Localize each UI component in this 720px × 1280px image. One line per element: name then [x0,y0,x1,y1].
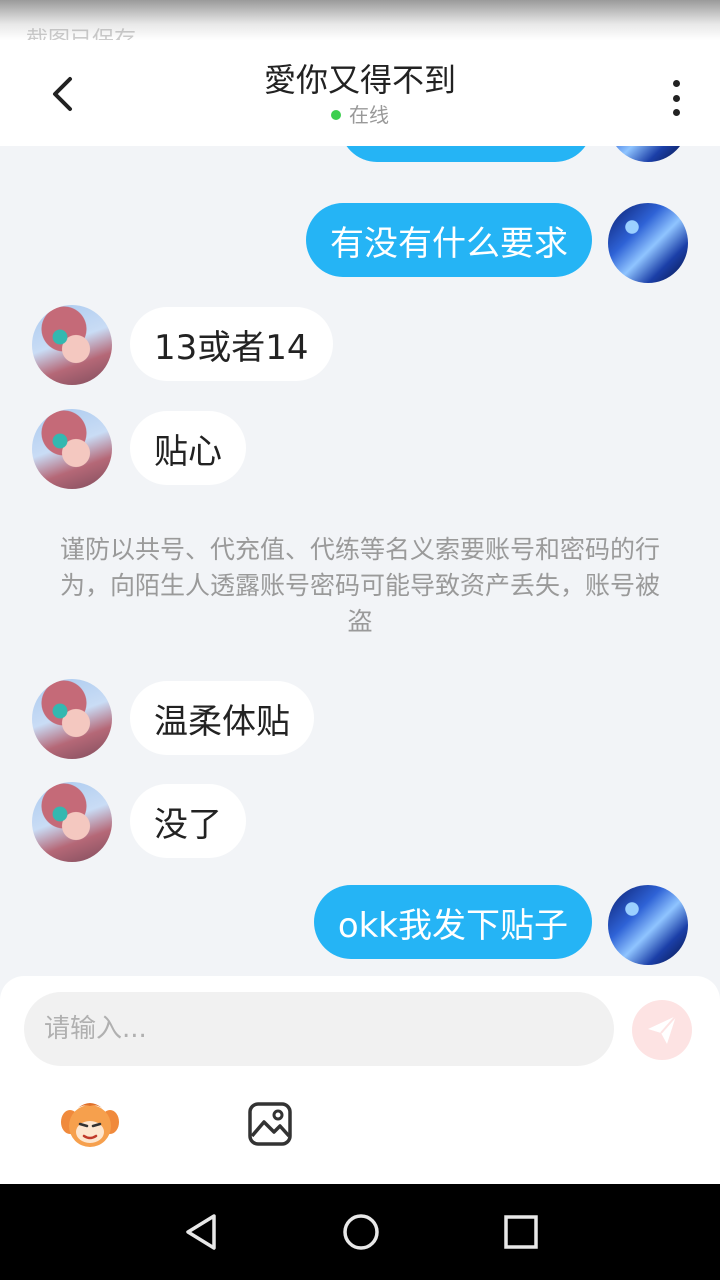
nav-back-button[interactable] [182,1212,222,1252]
message-bubble[interactable]: 几岁到几岁的 [340,146,592,162]
more-dot-icon [672,80,680,87]
title-block: 愛你又得不到 在线 [160,58,560,128]
status-bar: 截图已保存 [0,0,720,53]
online-status: 在线 [160,102,560,128]
chat-header: 愛你又得不到 在线 [0,40,720,146]
peer-avatar[interactable] [32,305,112,385]
self-avatar[interactable] [608,885,688,965]
peer-avatar[interactable] [32,782,112,862]
more-dot-icon [672,94,680,102]
send-button[interactable] [632,1000,692,1060]
message-bubble[interactable]: 温柔体贴 [130,681,314,755]
circle-home-icon [343,1214,379,1250]
system-nav-bar [0,1184,720,1280]
emoji-button[interactable] [60,1098,120,1150]
message-bubble[interactable]: okk我发下贴子 [313,885,592,959]
square-recents-icon [504,1215,538,1249]
chevron-left-icon [53,77,72,111]
nav-home-button[interactable] [341,1212,381,1252]
self-avatar[interactable] [608,146,688,162]
message-bubble[interactable]: 没了 [130,784,246,858]
more-options-button[interactable] [658,74,694,122]
chat-screen: 截图已保存 愛你又得不到 在线 几岁到几岁的 有没有什 [0,0,720,1280]
message-bubble[interactable]: 13或者14 [130,307,333,381]
triangle-back-icon [186,1214,216,1250]
message-list[interactable]: 几岁到几岁的 有没有什么要求 13或者14 贴心 谨防以共号、代充值、代练等名义… [0,146,720,976]
emoji-face-icon [61,1103,119,1147]
self-avatar[interactable] [608,203,688,283]
image-icon [248,1102,292,1146]
send-icon [648,1015,677,1044]
composer-panel [0,976,720,1184]
page-title: 愛你又得不到 [263,61,456,99]
back-button[interactable] [36,68,88,120]
peer-avatar[interactable] [32,679,112,759]
nav-recents-button[interactable] [501,1212,541,1252]
image-button[interactable] [246,1100,294,1148]
more-dot-icon [672,109,680,116]
message-bubble[interactable]: 贴心 [130,411,246,485]
message-input[interactable] [24,992,614,1066]
peer-avatar[interactable] [32,409,112,489]
online-status-label: 在线 [349,103,389,127]
security-notice: 谨防以共号、代充值、代练等名义索要账号和密码的行为，向陌生人透露账号密码可能导致… [60,535,661,636]
message-bubble[interactable]: 有没有什么要求 [306,203,592,277]
online-dot-icon [331,110,341,120]
